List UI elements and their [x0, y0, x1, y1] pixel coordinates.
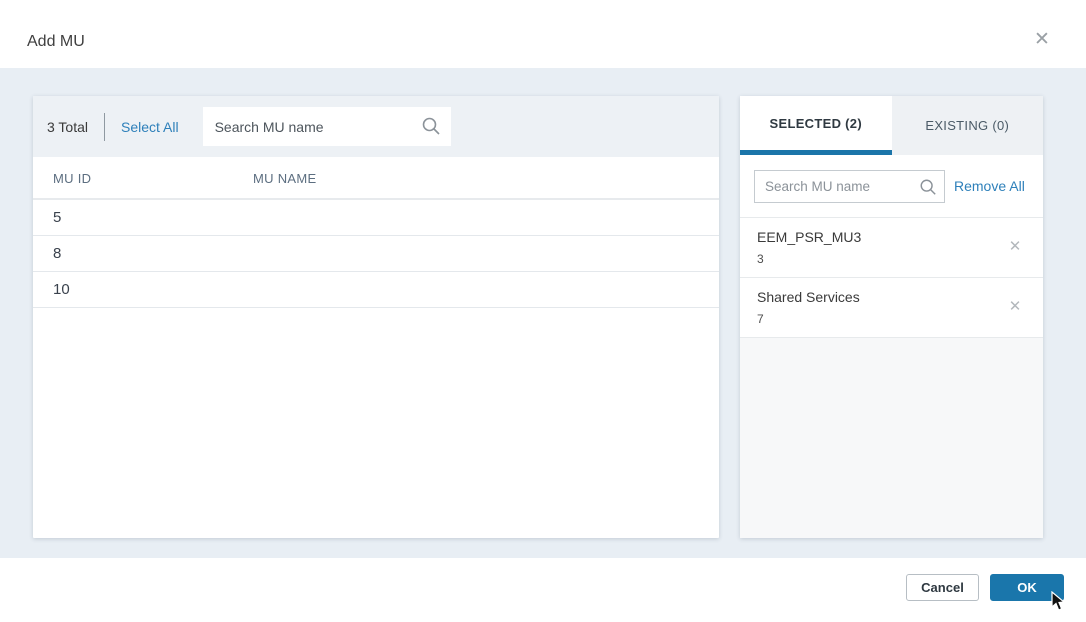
selected-search-input[interactable] — [755, 171, 944, 202]
tab-selected[interactable]: SELECTED (2) — [740, 96, 892, 155]
mu-id-cell: 10 — [53, 281, 70, 298]
mu-id-cell: 8 — [53, 245, 61, 262]
dialog-header: Add MU ✕ — [0, 0, 1086, 68]
selected-mu-name: EEM_PSR_MU3 — [757, 229, 1043, 245]
ok-button[interactable]: OK — [990, 574, 1064, 601]
selection-tabs: SELECTED (2) EXISTING (0) — [740, 96, 1043, 155]
remove-item-icon[interactable]: ✕ — [1007, 239, 1023, 255]
selected-list-empty-area — [740, 337, 1043, 538]
selected-mu-panel: SELECTED (2) EXISTING (0) Remove All EEM… — [740, 96, 1043, 538]
cancel-button[interactable]: Cancel — [906, 574, 979, 601]
available-mu-panel: 3 Total Select All MU ID MU NAME 5 — [33, 96, 719, 538]
dialog-title: Add MU — [27, 33, 85, 51]
mu-name-cell-redacted — [250, 278, 430, 296]
mu-search-input[interactable] — [203, 107, 451, 146]
selected-mu-id: 7 — [757, 312, 1043, 326]
selected-search-row: Remove All — [740, 155, 1043, 217]
column-header-mu-name: MU NAME — [253, 171, 317, 186]
mu-id-cell: 5 — [53, 209, 61, 226]
mu-search-box — [203, 107, 451, 146]
table-row[interactable]: 8 — [33, 236, 719, 272]
mu-table-header: MU ID MU NAME — [33, 157, 719, 200]
total-count-label: 3 Total — [47, 119, 88, 135]
available-mu-toolbar: 3 Total Select All — [33, 96, 719, 157]
dialog-footer: Cancel OK — [0, 558, 1086, 622]
close-icon[interactable]: ✕ — [1031, 29, 1053, 51]
toolbar-divider — [104, 113, 105, 141]
selected-mu-id: 3 — [757, 252, 1043, 266]
selected-mu-item: Shared Services 7 ✕ — [740, 277, 1043, 337]
select-all-link[interactable]: Select All — [121, 119, 179, 135]
selected-search-box — [754, 170, 945, 203]
tab-existing[interactable]: EXISTING (0) — [892, 96, 1044, 155]
table-row[interactable]: 5 — [33, 200, 719, 236]
selected-mu-name: Shared Services — [757, 289, 1043, 305]
selected-mu-item: EEM_PSR_MU3 3 ✕ — [740, 217, 1043, 277]
remove-item-icon[interactable]: ✕ — [1007, 299, 1023, 315]
column-header-mu-id: MU ID — [53, 171, 91, 186]
dialog-body: 3 Total Select All MU ID MU NAME 5 — [0, 68, 1086, 558]
remove-all-link[interactable]: Remove All — [954, 178, 1025, 194]
add-mu-dialog: Add MU ✕ 3 Total Select All MU ID M — [0, 0, 1086, 622]
table-row[interactable]: 10 — [33, 272, 719, 308]
